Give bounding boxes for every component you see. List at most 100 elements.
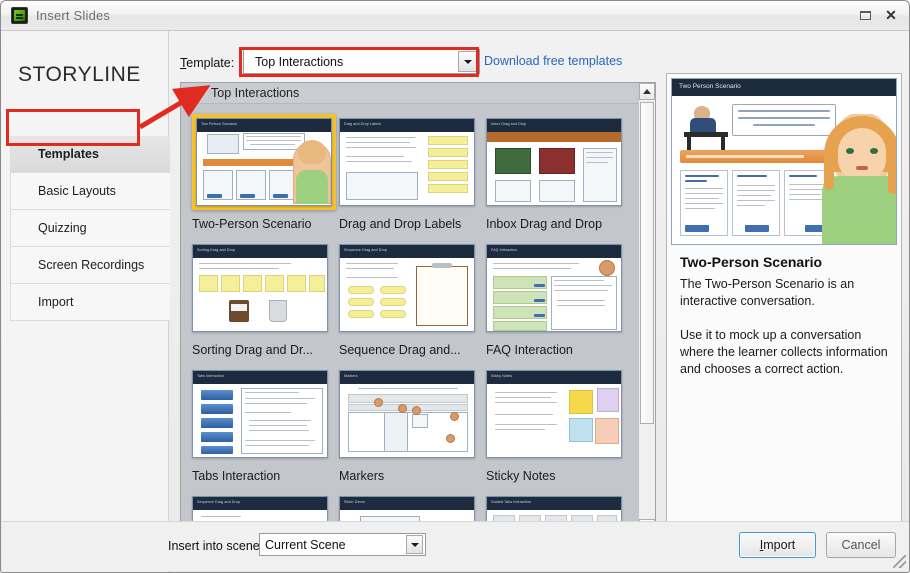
scrollbar-thumb[interactable]	[640, 102, 654, 424]
preview-description: The Two-Person Scenario is an interactiv…	[680, 277, 888, 376]
storyline-app-icon	[11, 7, 28, 24]
main-content: Template: Top Interactions Download free…	[169, 31, 909, 543]
template-gallery: Top Interactions Two Person Scenario Two…	[180, 82, 656, 537]
template-item-two-person-scenario[interactable]: Two Person Scenario Two-Person Scenario	[192, 114, 339, 231]
thumbnail-slide-title: Two Person Scenario	[197, 119, 331, 132]
close-button[interactable]: ✕	[879, 5, 903, 25]
chevron-down-icon	[463, 59, 472, 64]
template-dropdown-arrow-button[interactable]	[458, 51, 477, 72]
template-item-label: Drag and Drop Labels	[339, 217, 462, 231]
import-button-label: Import	[759, 538, 796, 552]
title-bar: Insert Slides ✕	[1, 1, 909, 31]
preview-title: Two-Person Scenario	[680, 254, 823, 270]
sidebar-item-label: Screen Recordings	[38, 258, 145, 272]
thumbnail-slide-title: Sequence Drag and Drop	[193, 497, 327, 510]
scrollbar-up-button[interactable]	[639, 83, 655, 100]
gallery-group-label: Top Interactions	[211, 86, 300, 100]
preview-image: Two Person Scenario	[671, 78, 897, 245]
template-item-label: Markers	[339, 469, 385, 483]
template-item-inbox-drag-and-drop[interactable]: Inbox Drag and Drop Inbox Drag and Drop	[486, 118, 633, 231]
insert-into-scene-label: Insert into scene:	[168, 539, 264, 553]
cancel-button-label: Cancel	[841, 538, 881, 552]
template-dropdown[interactable]: Top Interactions	[243, 49, 480, 74]
template-thumbnail-frame: Sorting Drag and Drop	[192, 244, 328, 332]
insert-into-scene-dropdown[interactable]: Current Scene	[259, 533, 426, 556]
template-item-label: Sticky Notes	[486, 469, 556, 483]
sidebar-item-templates[interactable]: Templates	[10, 136, 170, 173]
insert-slides-dialog: Insert Slides ✕ STORYLINE Templates Basi…	[0, 0, 910, 573]
template-thumbnail: Two Person Scenario	[196, 118, 332, 206]
sidebar-item-label: Templates	[38, 147, 99, 161]
template-item-sequence-drag-and-drop[interactable]: Sequence Drag and Drop Sequence Drag and…	[339, 244, 486, 357]
template-thumbnail: Tabs Interaction	[192, 370, 328, 458]
template-item-tabs-interaction[interactable]: Tabs Interaction Tabs Interaction	[192, 370, 339, 483]
template-thumbnail: Inbox Drag and Drop	[486, 118, 622, 206]
thumbnail-slide-title: Tabs Interaction	[193, 371, 327, 384]
sidebar-item-label: Import	[38, 295, 74, 309]
template-thumbnail: Drag and Drop Labels	[339, 118, 475, 206]
sidebar-nav: Templates Basic Layouts Quizzing Screen …	[10, 136, 170, 321]
sidebar-item-label: Basic Layouts	[38, 184, 116, 198]
preview-slide-title: Two Person Scenario	[672, 79, 896, 96]
template-thumbnail-frame: Inbox Drag and Drop	[486, 118, 622, 206]
thumbnail-slide-title: Slider Demo	[340, 497, 474, 510]
brand-logo: STORYLINE	[18, 63, 141, 86]
insert-into-scene-value: Current Scene	[265, 537, 346, 552]
import-button[interactable]: Import	[739, 532, 816, 558]
scroll-up-arrow-icon	[643, 89, 651, 94]
scene-dropdown-arrow-button[interactable]	[406, 535, 423, 554]
template-item-faq-interaction[interactable]: FAQ Interaction FAQ Interaction	[486, 244, 633, 357]
template-thumbnail-frame: FAQ Interaction	[486, 244, 622, 332]
template-item-label: Inbox Drag and Drop	[486, 217, 603, 231]
triangle-down-icon[interactable]	[192, 90, 202, 96]
thumbnail-slide-title: Sorting Drag and Drop	[193, 245, 327, 258]
template-thumbnail: FAQ Interaction	[486, 244, 622, 332]
template-item-label: Tabs Interaction	[192, 469, 281, 483]
sidebar: STORYLINE Templates Basic Layouts Quizzi…	[2, 31, 170, 572]
sidebar-item-screen-recordings[interactable]: Screen Recordings	[10, 247, 170, 284]
template-thumbnail-frame: Drag and Drop Labels	[339, 118, 475, 206]
template-thumbnail: Markers	[339, 370, 475, 458]
close-icon: ✕	[885, 7, 897, 23]
template-item-label: Sorting Drag and Dr...	[192, 343, 313, 357]
sidebar-item-quizzing[interactable]: Quizzing	[10, 210, 170, 247]
template-thumbnail: Sequence Drag and Drop	[339, 244, 475, 332]
template-item-sorting-drag-and-drop[interactable]: Sorting Drag and Drop Sorting Drag and D…	[192, 244, 339, 357]
template-item-drag-and-drop-labels[interactable]: Drag and Drop Labels Drag and Drop Label…	[339, 118, 486, 231]
template-grid: Two Person Scenario Two-Person Scenario …	[181, 104, 640, 536]
template-item-label: Sequence Drag and...	[339, 343, 461, 357]
maximize-icon	[859, 10, 871, 20]
download-free-templates-link[interactable]: Download free templates	[484, 54, 622, 68]
gallery-scrollbar[interactable]	[638, 83, 655, 536]
thumbnail-slide-title: Inbox Drag and Drop	[487, 119, 621, 132]
thumbnail-slide-title: Sticky Notes	[487, 371, 621, 384]
sidebar-item-label: Quizzing	[38, 221, 87, 235]
template-thumbnail-frame: Markers	[339, 370, 475, 458]
template-dropdown-value: Top Interactions	[255, 54, 344, 69]
cancel-button[interactable]: Cancel	[826, 532, 896, 558]
preview-panel: Two Person Scenario Two-Person Scenario …	[666, 73, 902, 543]
thumbnail-slide-title: FAQ Interaction	[487, 245, 621, 258]
thumbnail-slide-title: Drag and Drop Labels	[340, 119, 474, 132]
window-title: Insert Slides	[36, 8, 111, 23]
template-thumbnail: Sticky Notes	[486, 370, 622, 458]
window-controls: ✕	[853, 5, 903, 25]
chevron-down-icon	[410, 542, 419, 547]
thumbnail-slide-title: Sequence Drag and Drop	[340, 245, 474, 258]
template-thumbnail-frame: Sequence Drag and Drop	[339, 244, 475, 332]
template-item-markers[interactable]: Markers Markers	[339, 370, 486, 483]
gallery-group-header[interactable]: Top Interactions	[181, 83, 640, 104]
template-item-label: FAQ Interaction	[486, 343, 573, 357]
template-label: Template:	[180, 56, 235, 70]
template-thumbnail: Sorting Drag and Drop	[192, 244, 328, 332]
thumbnail-slide-title: Guided Tabs Interaction	[487, 497, 621, 510]
template-thumbnail-frame: Tabs Interaction	[192, 370, 328, 458]
template-thumbnail-frame: Sticky Notes	[486, 370, 622, 458]
sidebar-item-import[interactable]: Import	[10, 284, 170, 321]
sidebar-item-basic-layouts[interactable]: Basic Layouts	[10, 173, 170, 210]
template-item-sticky-notes[interactable]: Sticky Notes Sticky Notes	[486, 370, 633, 483]
dialog-footer: Insert into scene: Current Scene Import …	[2, 521, 909, 571]
template-thumbnail-frame: Two Person Scenario	[192, 114, 336, 210]
maximize-button[interactable]	[853, 5, 877, 25]
resize-grip-icon[interactable]	[893, 555, 906, 568]
